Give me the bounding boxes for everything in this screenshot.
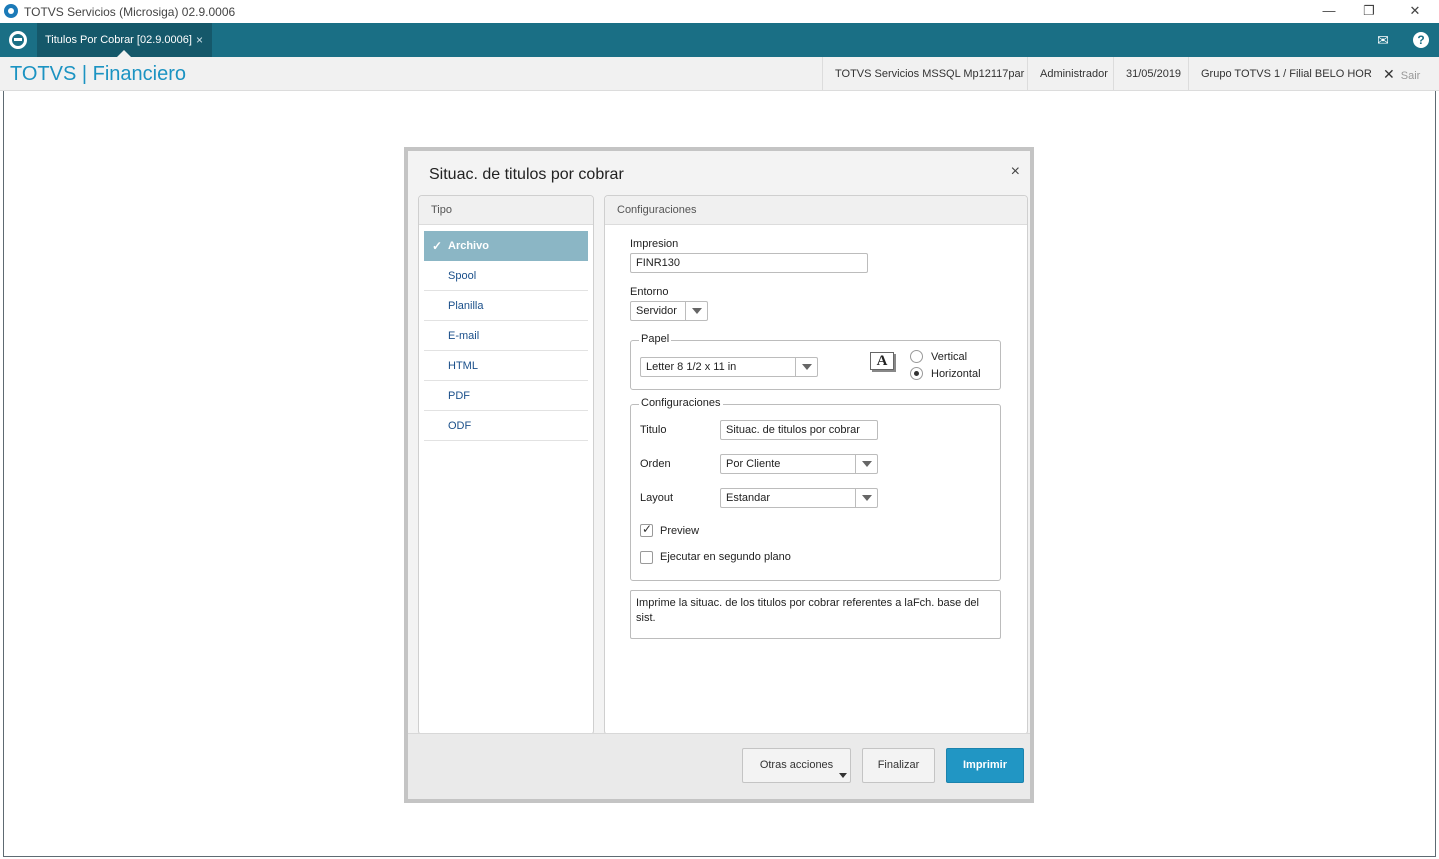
window-title: TOTVS Servicios (Microsiga) 02.9.0006 [24, 5, 236, 19]
orden-value: Por Cliente [726, 458, 781, 470]
exit-label: Sair [1400, 70, 1421, 82]
brand-title: TOTVS | Financiero [10, 63, 186, 85]
check-icon: ✓ [432, 239, 443, 253]
preview-label: Preview [660, 525, 700, 537]
entorno-value: Servidor [636, 305, 677, 317]
entorno-select[interactable]: Servidor [630, 301, 708, 321]
preview-checkbox[interactable] [640, 522, 653, 537]
tab-label: Titulos Por Cobrar [02.9.0006] [45, 34, 192, 46]
background-checkbox[interactable] [640, 551, 653, 564]
tipo-item-label: Spool [448, 270, 477, 282]
horizontal-label: Horizontal [931, 368, 981, 380]
dialog-close-icon[interactable]: × [1011, 163, 1020, 181]
date-info[interactable]: 31/05/2019 [1113, 57, 1181, 91]
settings-legend: Configuraciones [639, 397, 723, 409]
finish-button[interactable]: Finalizar [862, 748, 935, 783]
totvs-logo-icon[interactable] [9, 31, 27, 49]
exit-button[interactable]: ✕ Sair [1383, 57, 1420, 91]
app-header: TOTVS | Financiero TOTVS Servicios MSSQL… [0, 57, 1439, 91]
environment-info[interactable]: TOTVS Servicios MSSQL Mp12117par [822, 57, 1024, 91]
tipo-item-pdf[interactable]: PDF [424, 381, 588, 411]
titulo-input[interactable]: Situac. de titulos por cobrar [720, 420, 878, 440]
tab-notch [117, 50, 131, 57]
chevron-down-icon [685, 302, 707, 320]
font-icon: A [870, 352, 894, 370]
tipo-item-planilla[interactable]: Planilla [424, 291, 588, 321]
tab-titulos-por-cobrar[interactable]: Titulos Por Cobrar [02.9.0006] × [37, 23, 212, 57]
tipo-item-odf[interactable]: ODF [424, 411, 588, 441]
minimize-icon[interactable]: — [1309, 2, 1349, 20]
papel-group: Papel Letter 8 1/2 x 11 in A Vertical Ho… [630, 333, 1001, 390]
vertical-radio[interactable] [910, 350, 923, 363]
dialog-footer: Otras acciones Finalizar Imprimir [408, 733, 1030, 799]
tipo-item-label: Planilla [448, 300, 484, 312]
description-box: Imprime la situac. de los titulos por co… [630, 590, 1001, 639]
caret-down-icon [839, 773, 847, 778]
horizontal-radio[interactable] [910, 367, 923, 380]
tipo-header: Tipo [419, 196, 593, 225]
user-info[interactable]: Administrador [1027, 57, 1108, 91]
settings-group: Configuraciones Titulo Situac. de titulo… [630, 397, 1001, 581]
papel-value: Letter 8 1/2 x 11 in [646, 361, 737, 373]
papel-select[interactable]: Letter 8 1/2 x 11 in [640, 357, 818, 377]
entorno-label: Entorno [630, 286, 669, 298]
tab-bar: Titulos Por Cobrar [02.9.0006] × ✉ ? [0, 23, 1439, 57]
tipo-item-label: E-mail [448, 330, 480, 342]
tipo-item-email[interactable]: E-mail [424, 321, 588, 351]
tipo-item-label: PDF [448, 390, 470, 402]
tab-close-icon[interactable]: × [196, 23, 203, 57]
config-panel: Configuraciones Impresion FINR130 Entorn… [604, 195, 1028, 735]
close-window-icon[interactable]: ✕ [1395, 2, 1435, 20]
orden-select[interactable]: Por Cliente [720, 454, 878, 474]
chevron-down-icon [795, 358, 817, 376]
restore-icon[interactable]: ❐ [1349, 2, 1389, 20]
chevron-down-icon [855, 455, 877, 473]
print-button[interactable]: Imprimir [946, 748, 1024, 783]
exit-icon: ✕ [1383, 66, 1395, 82]
config-header: Configuraciones [605, 196, 1027, 225]
background-label: Ejecutar en segundo plano [660, 551, 791, 563]
layout-label: Layout [640, 492, 674, 504]
other-actions-button[interactable]: Otras acciones [742, 748, 851, 783]
impresion-input[interactable]: FINR130 [630, 253, 868, 273]
tipo-list: ✓ Archivo Spool Planilla E-mail HTML PDF… [424, 231, 588, 441]
dialog-title: Situac. de titulos por cobrar [429, 166, 624, 183]
impresion-label: Impresion [630, 238, 679, 250]
tipo-item-label: Archivo [448, 240, 489, 252]
tipo-item-label: HTML [448, 360, 478, 372]
chevron-down-icon [855, 489, 877, 507]
layout-select[interactable]: Estandar [720, 488, 878, 508]
tipo-item-html[interactable]: HTML [424, 351, 588, 381]
help-icon[interactable]: ? [1413, 32, 1429, 48]
tipo-item-label: ODF [448, 420, 472, 432]
tipo-item-spool[interactable]: Spool [424, 261, 588, 291]
layout-value: Estandar [726, 492, 771, 504]
app-icon [4, 4, 18, 18]
papel-legend: Papel [639, 333, 672, 345]
tipo-item-archivo[interactable]: ✓ Archivo [424, 231, 588, 261]
branch-info[interactable]: Grupo TOTVS 1 / Filial BELO HOR [1188, 57, 1372, 91]
orden-label: Orden [640, 458, 671, 470]
mail-icon[interactable]: ✉ [1375, 32, 1391, 48]
other-actions-label: Otras acciones [759, 759, 834, 771]
window-titlebar: TOTVS Servicios (Microsiga) 02.9.0006 — … [0, 0, 1439, 23]
vertical-label: Vertical [931, 351, 968, 363]
titulo-label: Titulo [640, 424, 667, 436]
tipo-panel: Tipo ✓ Archivo Spool Planilla E-mail HTM… [418, 195, 594, 735]
print-dialog: Situac. de titulos por cobrar × Tipo ✓ A… [404, 147, 1034, 803]
